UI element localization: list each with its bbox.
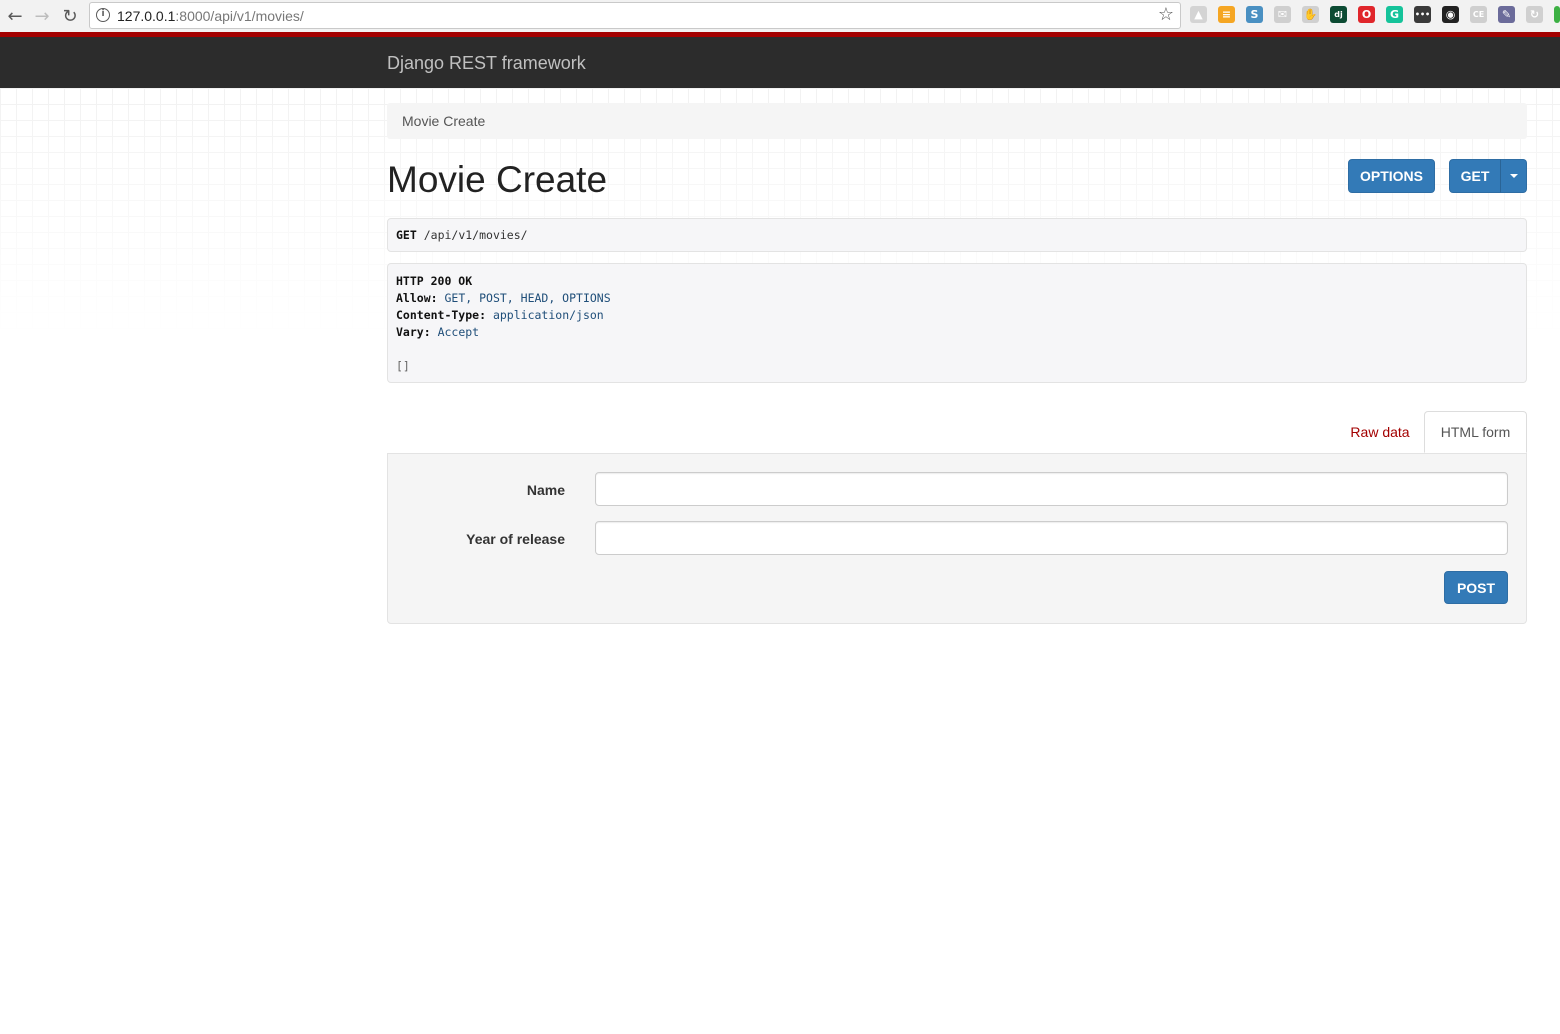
navbar: Django REST framework: [0, 32, 1560, 88]
year-of-release-label: Year of release: [466, 531, 565, 547]
response-info: HTTP 200 OK Allow: GET, POST, HEAD, OPTI…: [387, 263, 1527, 383]
hand-icon[interactable]: ✋: [1302, 6, 1319, 23]
page-title: Movie Create: [387, 159, 608, 200]
name-input[interactable]: [595, 472, 1508, 506]
html-form-panel: Name Year of release POST: [387, 453, 1527, 624]
drive-icon[interactable]: ▲: [1190, 6, 1207, 23]
response-status: HTTP 200 OK: [396, 274, 473, 288]
post-button[interactable]: POST: [1444, 571, 1508, 604]
request-path: /api/v1/movies/: [423, 228, 528, 242]
grammarly-icon[interactable]: G: [1386, 6, 1403, 23]
response-body: []: [396, 359, 410, 373]
tab-raw-data[interactable]: Raw data: [1335, 411, 1425, 453]
s-extension-icon[interactable]: S: [1246, 6, 1263, 23]
options-button[interactable]: OPTIONS: [1348, 159, 1435, 193]
refresh-ext-icon[interactable]: ↻: [1526, 6, 1543, 23]
opera-icon[interactable]: O: [1358, 6, 1375, 23]
year-of-release-input[interactable]: [595, 521, 1508, 555]
back-arrow-icon[interactable]: ←: [4, 5, 26, 27]
navbar-brand[interactable]: Django REST framework: [387, 53, 586, 74]
django-icon[interactable]: dj: [1330, 6, 1347, 23]
tab-html-form[interactable]: HTML form: [1424, 411, 1527, 453]
url-host: 127.0.0.1: [117, 8, 176, 24]
url-text[interactable]: 127.0.0.1:8000/api/v1/movies/: [117, 8, 304, 24]
url-path: :8000/api/v1/movies/: [175, 8, 304, 24]
color-wheel-icon[interactable]: ◉: [1442, 6, 1459, 23]
caret-down-icon: [1509, 174, 1518, 178]
get-format-dropdown[interactable]: [1500, 159, 1527, 193]
dots-icon[interactable]: •••: [1414, 6, 1431, 23]
site-info-icon[interactable]: i: [96, 8, 110, 22]
ce-icon[interactable]: CE: [1470, 6, 1487, 23]
name-label: Name: [526, 482, 565, 498]
calculator-icon[interactable]: ≡: [1218, 6, 1235, 23]
reload-icon[interactable]: ↻: [59, 5, 81, 27]
request-info: GET /api/v1/movies/: [387, 218, 1527, 252]
get-button[interactable]: GET: [1449, 159, 1501, 193]
green-ext-icon[interactable]: [1554, 6, 1560, 23]
browser-toolbar: ← → ↻ i 127.0.0.1:8000/api/v1/movies/ ☆ …: [0, 0, 1560, 32]
response-header-allow: Allow: GET, POST, HEAD, OPTIONS: [396, 291, 611, 305]
request-method: GET: [396, 228, 417, 242]
response-header-content-type: Content-Type: application/json: [396, 308, 604, 322]
forward-arrow-icon[interactable]: →: [31, 5, 53, 27]
mail-icon[interactable]: ✉: [1274, 6, 1291, 23]
address-bar[interactable]: i 127.0.0.1:8000/api/v1/movies/ ☆: [89, 2, 1181, 29]
eyedropper-icon[interactable]: ✎: [1498, 6, 1515, 23]
response-header-vary: Vary: Accept: [396, 325, 480, 339]
form-tabs: Raw data HTML form: [387, 411, 1527, 453]
page-header: Movie Create OPTIONS GET: [387, 103, 1527, 223]
bookmark-star-icon[interactable]: ☆: [1158, 4, 1174, 25]
